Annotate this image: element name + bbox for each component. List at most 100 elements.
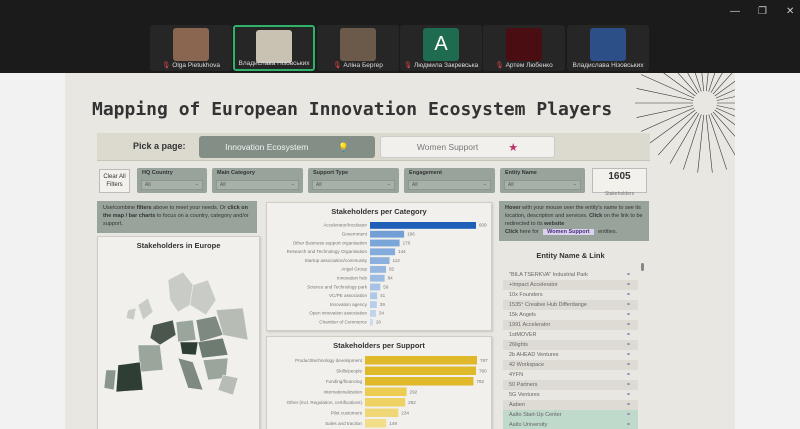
entity-row[interactable]: +Impact Accelerator ⚭ [503,280,638,290]
close-button[interactable]: ✕ [786,6,794,17]
filter-dropdown[interactable]: Entity Name All ⌄ [500,168,585,193]
link-icon[interactable]: ⚭ [626,361,631,368]
participant-tile[interactable]: Владислава Нізовських [567,25,649,71]
filter-select[interactable]: All ⌄ [504,180,581,190]
shared-dashboard: Mapping of European Innovation Ecosystem… [65,73,735,429]
entity-row[interactable]: 26lights ⚭ [503,340,638,350]
filter-dropdown[interactable]: Engagement All ⌄ [404,168,495,193]
link-icon[interactable]: ⚭ [626,371,631,378]
participant-tile[interactable]: Владислава Нізовських [233,25,315,71]
ray-line [636,105,694,118]
clear-all-filters-button[interactable]: Clear All Filters [99,169,130,193]
bar[interactable] [365,398,406,407]
filter-select[interactable]: All ⌄ [312,180,395,190]
entity-row[interactable]: 1stMOVER ⚭ [503,330,638,340]
bar[interactable] [370,301,377,308]
maximize-button[interactable]: ❐ [758,6,767,17]
participant-tile[interactable]: 🎙 Артем Любенко [483,25,565,71]
bar[interactable] [370,230,405,238]
bar[interactable] [365,356,477,365]
filter-select[interactable]: All ⌄ [408,180,491,190]
link-icon[interactable]: ⚭ [626,301,631,308]
link-icon[interactable]: ⚭ [626,281,631,288]
participant-tile[interactable]: 🎙 Olga Pietukhova [150,25,232,71]
ray-line [705,73,709,92]
filter-select[interactable]: All ⌄ [141,180,203,190]
bar[interactable] [365,377,474,386]
entity-row[interactable]: 4YFN ⚭ [503,370,638,380]
entity-row[interactable]: 1991 Accelerator ⚭ [503,320,638,330]
lightbulb-icon: 💡 [338,141,349,152]
entity-row[interactable]: 2b AHEAD Ventures ⚭ [503,350,638,360]
bar[interactable] [370,248,396,256]
entity-row[interactable]: "BILA TSERKVA" Industrial Park ⚭ [503,270,638,280]
filter-dropdown[interactable]: Support Type All ⌄ [308,168,399,193]
participant-name: 🎙 Olga Pietukhova [162,62,220,69]
bar[interactable] [365,408,399,418]
entity-list: "BILA TSERKVA" Industrial Park ⚭ +Impact A… [503,270,638,429]
muted-mic-icon: 🎙 [495,62,504,69]
page-label: Women Support [416,142,479,152]
entity-list-title: Entity Name & Link [536,251,605,260]
list-scrollbar[interactable] [641,263,644,271]
stakeholder-count-card: 1605 Stakeholders [592,168,647,197]
filter-dropdown[interactable]: Main Category All ⌄ [212,168,303,193]
filter-dropdown[interactable]: HQ Country All ⌄ [137,168,207,193]
bar[interactable] [370,239,400,247]
bar[interactable] [370,257,390,264]
participant-video [340,28,376,61]
bar[interactable] [365,387,407,397]
bar[interactable] [370,222,476,229]
entity-row[interactable]: Aalto Start-Up Center ⚭ [503,410,638,420]
link-icon[interactable]: ⚭ [626,311,631,318]
value-label: 16 [376,320,382,325]
link-icon[interactable]: ⚭ [626,421,631,428]
bar[interactable] [370,310,376,317]
entity-name: 10x Founders [509,292,543,298]
category-label: Innovation agency [330,302,368,307]
link-icon[interactable]: ⚭ [626,291,631,298]
star-icon: ★ [508,141,519,154]
link-icon[interactable]: ⚭ [626,321,631,328]
europe-map[interactable] [98,250,258,429]
entity-row[interactable]: 50 Partners ⚭ [503,380,638,390]
map-title: Stakeholders in Europe [136,241,221,250]
category-label: Other Business support organisation [293,240,368,245]
link-icon[interactable]: ⚭ [626,401,631,408]
entity-row[interactable]: 42 Workspace ⚭ [503,360,638,370]
support-bar-chart[interactable]: Product/technology development 787 Skills/… [267,350,491,429]
bar[interactable] [365,366,477,376]
participant-name: Владислава Нізовських [572,62,644,69]
entity-row[interactable]: Aaben ⚭ [503,400,638,410]
participant-tile[interactable]: 🎙 Аліна Бергер [317,25,399,71]
page-women-support-button[interactable]: Women Support ★ [380,136,555,158]
entity-row[interactable]: 5G Ventures ⚭ [503,390,638,400]
bar[interactable] [370,283,381,291]
bar[interactable] [365,419,387,428]
category-label: Open innovation association [309,311,367,316]
bar[interactable] [370,266,387,273]
bar[interactable] [370,274,385,282]
bar[interactable] [370,292,378,300]
link-icon[interactable]: ⚭ [626,271,631,278]
link-icon[interactable]: ⚭ [626,381,631,388]
entity-row[interactable]: 1535° Creative Hub Differdange ⚭ [503,300,638,310]
link-icon[interactable]: ⚭ [626,351,631,358]
entity-row[interactable]: 10x Founders ⚭ [503,290,638,300]
link-icon[interactable]: ⚭ [626,331,631,338]
link-icon[interactable]: ⚭ [626,411,631,418]
category-label: Product/technology development [295,358,363,363]
filter-select[interactable]: All ⌄ [216,180,299,190]
category-bar-chart[interactable]: Accelerator/Incubator 609 Government 196 Oth… [267,216,491,331]
page-innovation-ecosystem-button[interactable]: Innovation Ecosystem 💡 [199,136,375,158]
minimize-button[interactable]: — [730,6,740,17]
bar[interactable] [370,318,373,326]
women-support-link[interactable]: Women Support [543,228,594,235]
participant-tile[interactable]: A 🎙 Людмила Закревська [400,25,482,71]
value-label: 39 [380,302,386,307]
link-icon[interactable]: ⚭ [626,341,631,348]
entity-row[interactable]: Aalto University ⚭ [503,420,638,429]
entity-name: 5G Ventures [509,392,540,398]
link-icon[interactable]: ⚭ [626,391,631,398]
entity-row[interactable]: 15k Angels ⚭ [503,310,638,320]
